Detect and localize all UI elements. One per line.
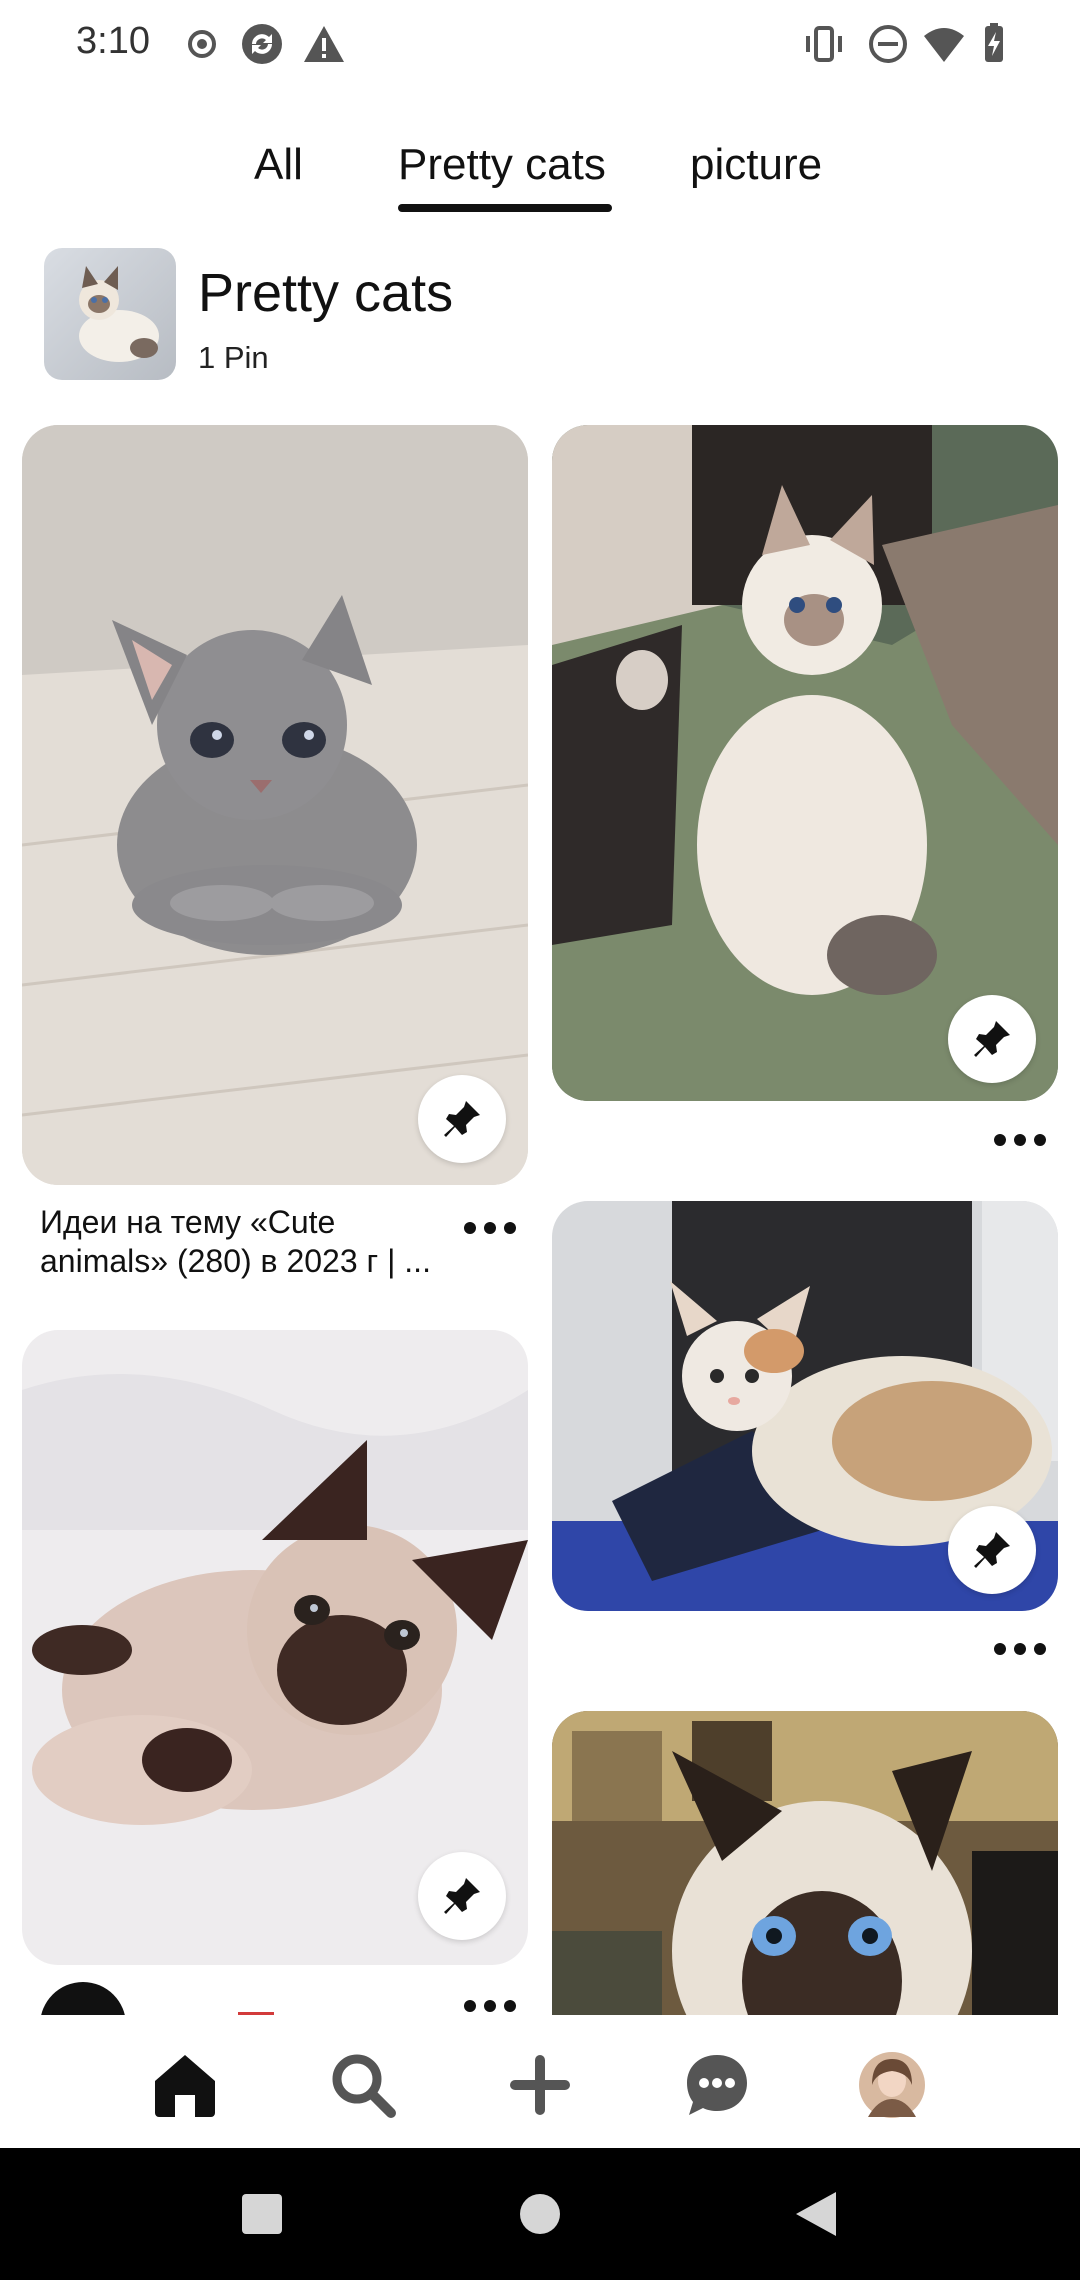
home-icon (155, 2055, 215, 2117)
warning-icon (304, 26, 344, 62)
board-cover-image[interactable] (44, 248, 176, 380)
record-icon (188, 30, 216, 58)
pin-card[interactable] (552, 1201, 1058, 1611)
nav-create[interactable] (500, 2045, 580, 2125)
nav-search[interactable] (323, 2045, 403, 2125)
plus-icon (510, 2055, 570, 2115)
more-icon[interactable] (990, 1639, 1050, 1659)
tab-picture[interactable]: picture (690, 140, 822, 190)
board-title: Pretty cats (198, 263, 454, 323)
chat-icon (687, 2055, 747, 2115)
pin-icon (974, 1021, 1010, 1057)
avatar (859, 2052, 925, 2118)
pin-card[interactable] (22, 425, 528, 1185)
tab-pretty-cats[interactable]: Pretty cats (398, 140, 606, 190)
wifi-icon (924, 28, 964, 62)
system-navigation-bar (0, 2148, 1080, 2280)
pin-icon (444, 1101, 480, 1137)
status-bar: 3:10 (0, 0, 1080, 90)
board-tabs: All Pretty cats picture (0, 140, 1080, 220)
recents-icon[interactable] (242, 2194, 282, 2234)
do-not-disturb-icon (869, 25, 907, 63)
search-icon (332, 2054, 396, 2118)
more-icon[interactable] (990, 1130, 1050, 1150)
nav-messages[interactable] (677, 2045, 757, 2125)
save-pin-button[interactable] (418, 1852, 506, 1940)
bottom-navigation (0, 2015, 1080, 2148)
pin-feed[interactable]: Идеи на тему «Cute animals» (280) в 2023… (0, 420, 1080, 2015)
nav-home[interactable] (145, 2045, 225, 2125)
sync-icon (242, 24, 282, 64)
tab-all[interactable]: All (254, 140, 303, 190)
pin-icon (974, 1532, 1010, 1568)
back-icon[interactable] (796, 2192, 836, 2236)
pin-caption[interactable]: Идеи на тему «Cute animals» (280) в 2023… (40, 1203, 460, 1281)
pin-card[interactable] (552, 1711, 1058, 2015)
pin-icon (444, 1878, 480, 1914)
save-pin-button[interactable] (948, 995, 1036, 1083)
save-pin-button[interactable] (418, 1075, 506, 1163)
pinner-avatar[interactable] (40, 1982, 126, 2015)
nav-profile[interactable] (852, 2045, 932, 2125)
status-time: 3:10 (76, 20, 150, 62)
pin-card[interactable] (22, 1330, 528, 1965)
pin-card[interactable] (552, 425, 1058, 1101)
tab-selected-indicator (398, 204, 612, 212)
more-icon[interactable] (460, 1218, 520, 1238)
save-pin-button[interactable] (948, 1506, 1036, 1594)
vibrate-icon (806, 26, 842, 62)
home-circle-icon[interactable] (520, 2194, 560, 2234)
pin-image-grey-kitten (22, 425, 528, 1185)
battery-charging-icon (985, 23, 1003, 62)
more-icon[interactable] (460, 1996, 520, 2015)
pin-image-siamese-cat (552, 1711, 1058, 2015)
board-pin-count: 1 Pin (198, 340, 269, 375)
